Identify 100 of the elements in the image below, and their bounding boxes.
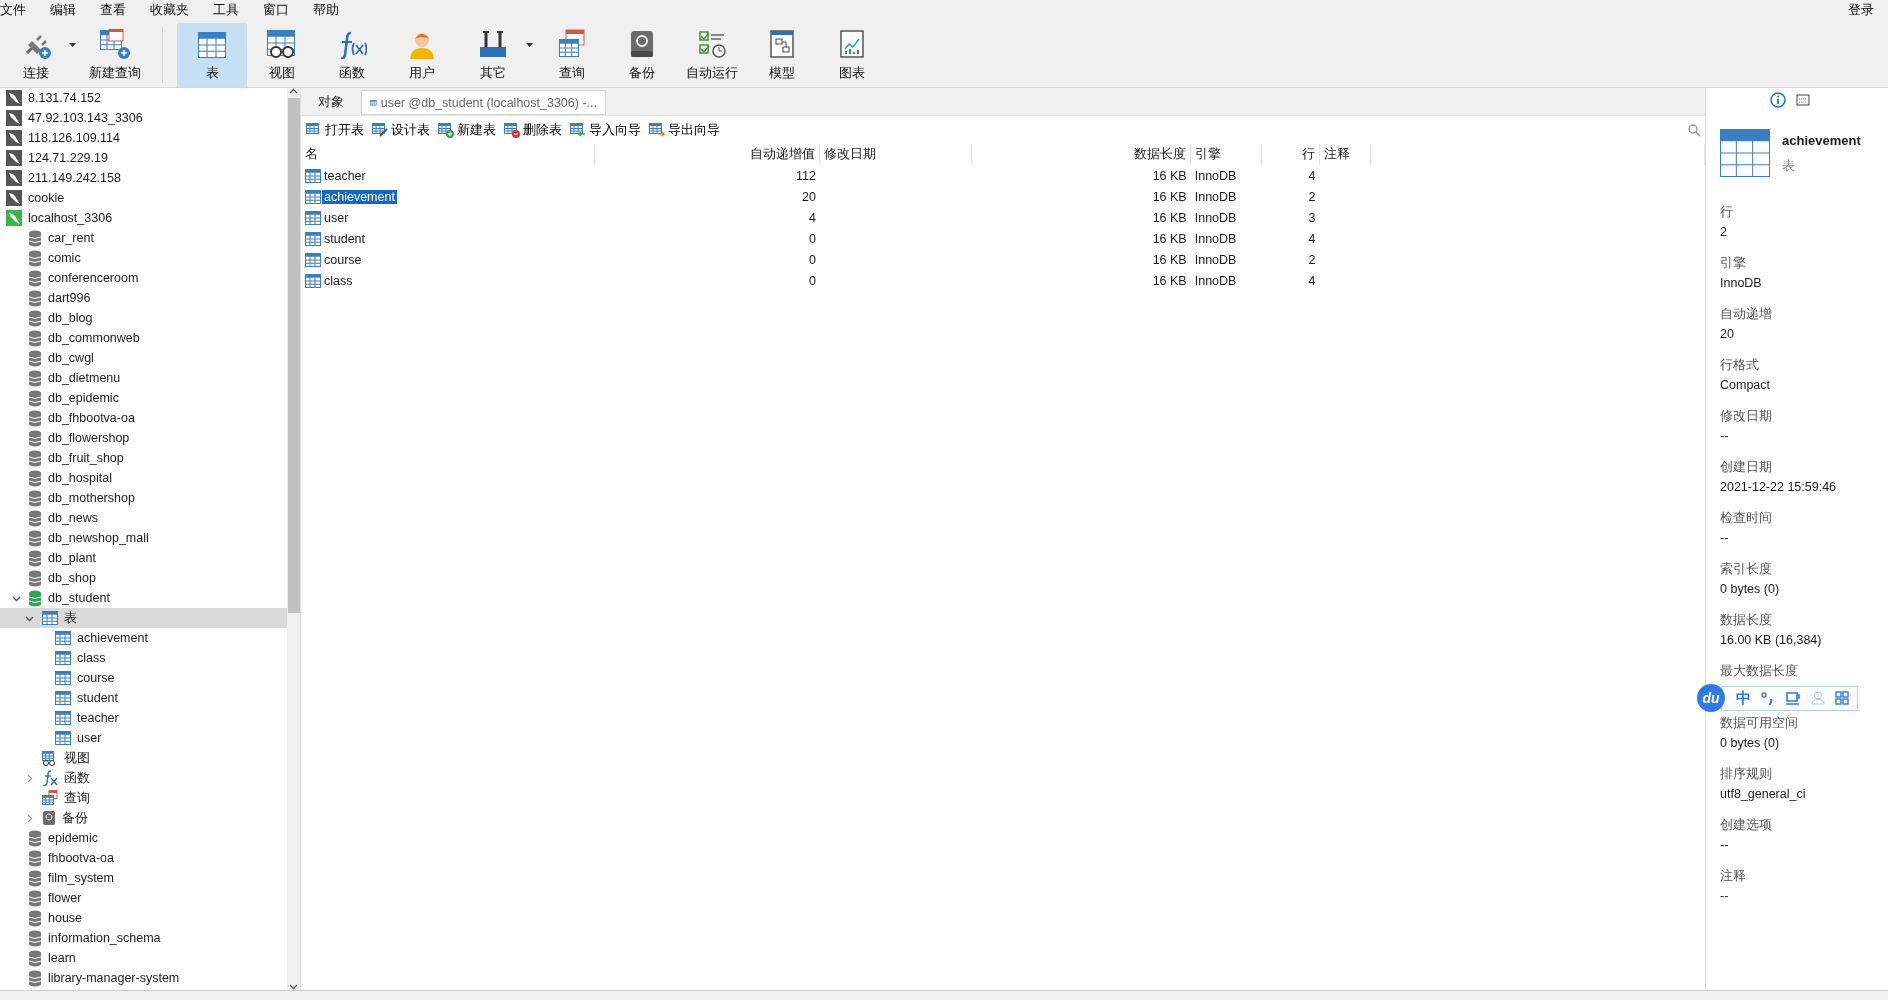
tree-item[interactable]: achievement: [0, 628, 287, 648]
table-name[interactable]: user: [301, 209, 595, 226]
tree-item[interactable]: db_mothershop: [0, 488, 287, 508]
scrollbar[interactable]: [287, 88, 300, 990]
menu-item[interactable]: 查看: [100, 1, 140, 19]
database-icon: [28, 889, 42, 907]
tree-item[interactable]: conferenceroom: [0, 268, 287, 288]
tree-item[interactable]: db_shop: [0, 568, 287, 588]
toolbar-button[interactable]: 自动运行: [677, 23, 747, 87]
tree-item[interactable]: db_blog: [0, 308, 287, 328]
tree-item[interactable]: library-manager-system: [0, 968, 287, 988]
database-icon: [28, 489, 42, 507]
tree-item[interactable]: 视图: [0, 748, 287, 768]
menu-item[interactable]: 工具: [213, 1, 253, 19]
property-label: 行格式: [1720, 357, 1760, 374]
tree-item[interactable]: 表: [0, 608, 287, 628]
menu-item[interactable]: 帮助: [313, 1, 353, 19]
scroll-up-icon: [289, 88, 298, 94]
login-button[interactable]: 登录: [1842, 0, 1880, 20]
toolbar-button[interactable]: 导入向导: [569, 119, 642, 141]
toolbar-button[interactable]: 删除表: [503, 119, 563, 141]
property-value: InnoDB: [1720, 276, 1763, 290]
tree-item[interactable]: 118.126.109.114: [0, 128, 287, 148]
tree-item[interactable]: class: [0, 648, 287, 668]
toolbar-button[interactable]: 新建表: [437, 119, 497, 141]
ime-mode[interactable]: 中: [1736, 688, 1751, 708]
table-name[interactable]: achievement: [301, 188, 595, 205]
toolbar-button[interactable]: 函数: [317, 23, 387, 87]
tree-item[interactable]: car_rent: [0, 228, 287, 248]
tree-item[interactable]: 211.149.242.158: [0, 168, 287, 188]
table-name[interactable]: teacher: [301, 167, 595, 184]
tree-item[interactable]: house: [0, 908, 287, 928]
tree-item[interactable]: db_cwgl: [0, 348, 287, 368]
toolbar-button[interactable]: 图表: [817, 23, 887, 87]
tree-item[interactable]: information_schema: [0, 928, 287, 948]
tree-item[interactable]: db_plant: [0, 548, 287, 568]
info-icon[interactable]: [1770, 92, 1786, 108]
toolbar-button[interactable]: 模型: [747, 23, 817, 87]
tree-item[interactable]: db_news: [0, 508, 287, 528]
toolbar-button[interactable]: 视图: [247, 23, 317, 87]
tree-item[interactable]: 函数: [0, 768, 287, 788]
toolbar-button[interactable]: 新建查询: [80, 23, 150, 87]
menu-item[interactable]: 编辑: [50, 1, 90, 19]
tree-item[interactable]: 47.92.103.143_3306: [0, 108, 287, 128]
tree-item[interactable]: film_system: [0, 868, 287, 888]
tree-item[interactable]: student: [0, 688, 287, 708]
tree-item[interactable]: comic: [0, 248, 287, 268]
tree-item[interactable]: course: [0, 668, 287, 688]
menu-item[interactable]: 文件: [0, 1, 40, 19]
table-cell-text: 2: [1307, 188, 1317, 206]
database-icon: [28, 469, 42, 487]
tree-item[interactable]: db_flowershop: [0, 428, 287, 448]
column-header[interactable]: 修改日期: [819, 144, 972, 165]
document-icon[interactable]: [1796, 93, 1810, 107]
tree-item[interactable]: teacher: [0, 708, 287, 728]
tree-item[interactable]: db_fhbootva-oa: [0, 408, 287, 428]
tree-item[interactable]: db_newshop_mall: [0, 528, 287, 548]
tree-item[interactable]: db_fruit_shop: [0, 448, 287, 468]
toolbar-button[interactable]: 用户: [387, 23, 457, 87]
tab[interactable]: user @db_student (localhost_3306) -...: [361, 90, 606, 115]
column-header[interactable]: 行: [1261, 144, 1320, 165]
tree-item[interactable]: db_student: [0, 588, 287, 608]
tree-item[interactable]: 124.71.229.19: [0, 148, 287, 168]
tree-item[interactable]: 8.131.74.152: [0, 88, 287, 108]
toolbar-button[interactable]: 导出向导: [648, 119, 721, 141]
toolbar-button[interactable]: 打开表: [305, 119, 365, 141]
tree-item[interactable]: learn: [0, 948, 287, 968]
toolbar-button[interactable]: 设计表: [371, 119, 431, 141]
column-header[interactable]: 注释: [1319, 144, 1371, 165]
tree-item[interactable]: fhbootva-oa: [0, 848, 287, 868]
table-icon: [305, 188, 321, 205]
menu-item[interactable]: 收藏夹: [150, 1, 203, 19]
toolbar-button[interactable]: 连接: [0, 23, 72, 87]
tree-item[interactable]: db_epidemic: [0, 388, 287, 408]
column-header[interactable]: 自动递增值: [594, 144, 820, 165]
tree-item[interactable]: dart996: [0, 288, 287, 308]
tree-item[interactable]: db_hospital: [0, 468, 287, 488]
tree-item[interactable]: db_dietmenu: [0, 368, 287, 388]
tree-item[interactable]: cookie: [0, 188, 287, 208]
column-header[interactable]: 数据长度: [971, 144, 1191, 165]
tree-item[interactable]: 查询: [0, 788, 287, 808]
table-name[interactable]: student: [301, 230, 595, 247]
tree-item[interactable]: user: [0, 728, 287, 748]
tree-item[interactable]: localhost_3306: [0, 208, 287, 228]
menu-item[interactable]: 窗口: [263, 1, 303, 19]
table-name[interactable]: class: [301, 272, 595, 289]
tree-item[interactable]: db_commonweb: [0, 328, 287, 348]
column-header[interactable]: 引擎: [1190, 144, 1262, 165]
table-cell: InnoDB: [1190, 165, 1262, 186]
tree-item[interactable]: 备份: [0, 808, 287, 828]
toolbar-button[interactable]: 查询: [537, 23, 607, 87]
column-header[interactable]: 名: [301, 144, 595, 165]
property-label: 自动递增: [1720, 306, 1773, 323]
tree-item[interactable]: epidemic: [0, 828, 287, 848]
tree-item[interactable]: flower: [0, 888, 287, 908]
table-name[interactable]: course: [301, 251, 595, 268]
toolbar-button[interactable]: 表: [177, 23, 247, 87]
toolbar-button[interactable]: 备份: [607, 23, 677, 87]
toolbar-button[interactable]: 其它: [457, 23, 529, 87]
table-icon: [55, 650, 71, 666]
